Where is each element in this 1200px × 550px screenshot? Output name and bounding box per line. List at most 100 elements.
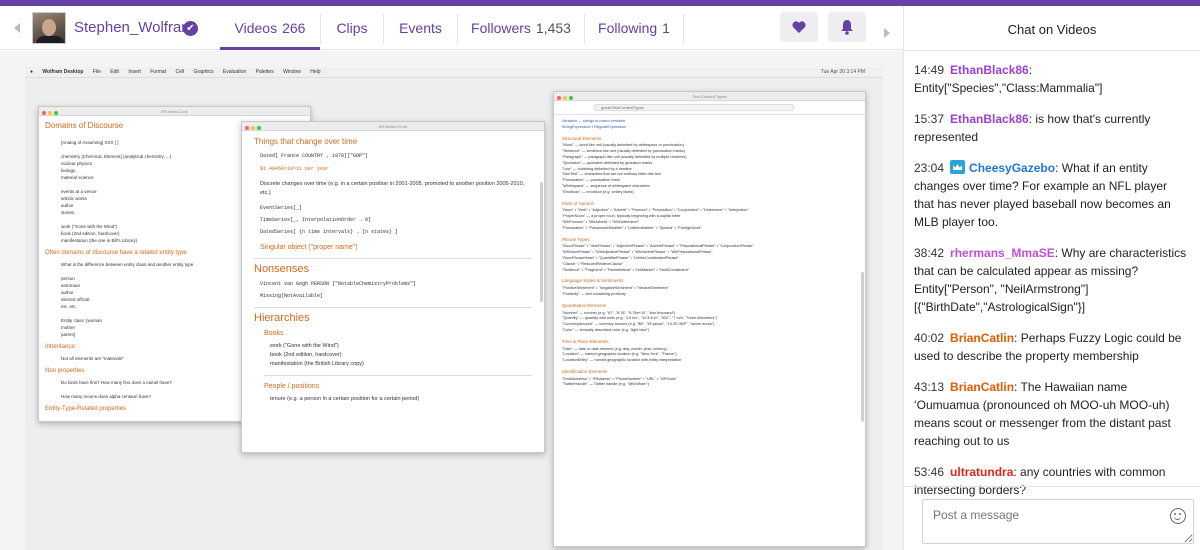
text-cell: manifestation (the British Library copy) — [270, 361, 364, 367]
text-cell: book (2nd edition, hardcover) — [270, 352, 342, 358]
crown-badge-icon — [950, 160, 966, 174]
scroll-right-arrow-icon[interactable] — [884, 28, 890, 38]
window-titlebar: KR-Notes-1.nb — [39, 107, 310, 116]
doc-line: "Punctuation" • "PossessiveModifier" • "… — [562, 225, 702, 230]
bell-icon — [841, 20, 853, 35]
menu-item: Window — [283, 69, 301, 75]
chat-username[interactable]: CheesyGazebo — [969, 161, 1055, 175]
chat-message: 14:49 EthanBlack86: Entity["Species","Cla… — [904, 61, 1200, 97]
doc-line: "TwitterHandle" — Twitter handle (e.g. "… — [562, 382, 649, 387]
window-title: KR-Notes-1.nb — [161, 109, 188, 114]
chat-username[interactable]: EthanBlack86 — [950, 63, 1029, 77]
doc-section-heading: Parts of Speech — [562, 200, 595, 206]
section-heading: Things that change over time — [254, 137, 358, 146]
chat-colon: : — [1055, 161, 1062, 175]
subsection-heading: Singular object ("proper name") — [260, 244, 358, 251]
input-cell: TimeSeries[_, InterpolationOrder → 0] — [260, 217, 372, 223]
menu-item: Cell — [175, 69, 185, 75]
tab-following[interactable]: Following 1 — [585, 6, 683, 50]
chat-timestamp[interactable]: 40:02 — [914, 331, 944, 345]
text-cell: Discrete changes over time (e.g. in a ce… — [260, 181, 525, 196]
chat-timestamp[interactable]: 43:13 — [914, 380, 944, 394]
menu-item: Evaluation — [222, 69, 247, 75]
tab-divider — [683, 14, 684, 44]
input-cell: Vincent van Gogh PERSON ["NotableChemist… — [260, 281, 417, 287]
chat-username[interactable]: EthanBlack86 — [950, 112, 1029, 126]
check-circle-icon: ✔ — [183, 21, 198, 36]
chat-username[interactable]: ultratundra — [950, 465, 1013, 479]
doc-line: StringExpression • RegularExpression — [562, 124, 627, 129]
chat-title: Chat on Videos — [904, 6, 1200, 51]
menu-item: File — [92, 69, 101, 75]
doc-line: "Sentence" • "Fragment" • "Parenthetical… — [562, 267, 690, 272]
chat-timestamp[interactable]: 14:49 — [914, 63, 944, 77]
chat-messages: 14:49 EthanBlack86: Entity["Species","Cla… — [904, 61, 1200, 512]
tab-clips[interactable]: Clips — [321, 6, 383, 50]
doc-section-heading: Identification Elements — [562, 368, 608, 374]
tab-events[interactable]: Events — [384, 6, 457, 50]
menu-item: Graphics — [193, 69, 214, 75]
menu-item: Wolfram Desktop — [42, 69, 84, 75]
section-heading: Nonsenses — [254, 263, 310, 275]
video-player[interactable]: ● Wolfram Desktop File Edit Insert Forma… — [0, 51, 903, 550]
channel-name[interactable]: Stephen_Wolfram — [74, 19, 194, 36]
tab-label: Clips — [336, 20, 368, 36]
output-cell: Missing[NotAvailable] — [260, 293, 324, 299]
emoji-icon[interactable] — [1170, 508, 1186, 524]
doc-url-field: guide/TextContentTypes — [594, 104, 794, 111]
tab-label: Following — [598, 20, 658, 36]
text-cell: tenure (e.g. a person in a certain posit… — [270, 396, 420, 402]
chat-username[interactable]: BrianCatlin — [950, 331, 1014, 345]
doc-section-heading: Language Styles & Sentiments — [562, 278, 624, 284]
window-titlebar: Text Content Types — [554, 92, 865, 101]
window-title: Text Content Types — [692, 94, 727, 99]
heart-icon — [792, 21, 806, 33]
doc-section-heading: Quantitative Elements — [562, 302, 607, 308]
notifications-button[interactable] — [828, 12, 866, 42]
chat-message: 23:04 CheesyGazebo: What if an entity cha… — [904, 159, 1200, 231]
tab-count: 266 — [282, 20, 306, 36]
doc-section-heading: Phrase Types — [562, 236, 590, 242]
doc-line: "LocationEntity" — named geographic loca… — [562, 358, 682, 363]
doc-line: "Color" — textually described color (e.g… — [562, 327, 650, 332]
input-cell: Dated[ France COUNTRY , 1970]["GDP"] — [260, 153, 369, 159]
window-titlebar: KR-Notes-03.nb — [242, 122, 544, 131]
chat-username[interactable]: BrianCatlin — [950, 380, 1014, 394]
tab-label: Followers — [471, 20, 531, 36]
chat-colon: : — [1014, 331, 1021, 345]
chat-message: 43:13 BrianCatlin: The Hawaiian name ʻOum… — [904, 378, 1200, 450]
input-cell: EventSeries[_] — [260, 205, 303, 211]
menu-item: Help — [310, 69, 321, 75]
output-cell: $1.48458×10^11 per year — [260, 166, 330, 172]
tab-count: 1 — [662, 20, 670, 36]
chat-input[interactable] — [922, 499, 1194, 544]
menu-item: Insert — [128, 69, 141, 75]
chat-timestamp[interactable]: 38:42 — [914, 246, 944, 260]
follow-button[interactable] — [780, 12, 818, 42]
doc-sections: Structural Elements "Word" — word-like un… — [562, 136, 857, 389]
doc-scrollbar[interactable] — [861, 272, 864, 422]
doc-line: "Profanity" — text containing profanity — [562, 291, 626, 296]
text-cell: work ("Gone with the Wind") — [270, 343, 339, 349]
chat-username[interactable]: rhermans_MmaSE — [950, 246, 1055, 260]
notebook-scrollbar[interactable] — [540, 182, 543, 302]
tab-label: Videos — [234, 20, 278, 36]
input-cell: DatedSeries[ {n time intervals} → {n sta… — [260, 229, 399, 235]
chat-message: 53:46 ultratundra: any countries with com… — [904, 463, 1200, 499]
tab-followers[interactable]: Followers 1,453 — [458, 6, 584, 50]
video-frame: ● Wolfram Desktop File Edit Insert Forma… — [25, 67, 883, 550]
doc-content: Verbatim — strings to match verbatim Str… — [554, 115, 865, 392]
section-heading: Hierarchies — [254, 312, 310, 324]
chat-timestamp[interactable]: 23:04 — [914, 161, 944, 175]
apple-icon: ● — [30, 69, 34, 75]
chat-colon: : — [1028, 63, 1033, 77]
chat-text: Entity["Species","Class:Mammalia"] — [914, 81, 1103, 95]
tab-videos[interactable]: Videos 266 — [220, 6, 320, 50]
back-arrow-icon[interactable] — [14, 23, 20, 33]
chat-timestamp[interactable]: 53:46 — [914, 465, 944, 479]
subsection-heading: Books — [264, 330, 284, 337]
avatar[interactable] — [32, 12, 66, 44]
chat-timestamp[interactable]: 15:37 — [914, 112, 944, 126]
chat-divider — [904, 486, 1200, 487]
menu-item: Palettes — [255, 69, 274, 75]
